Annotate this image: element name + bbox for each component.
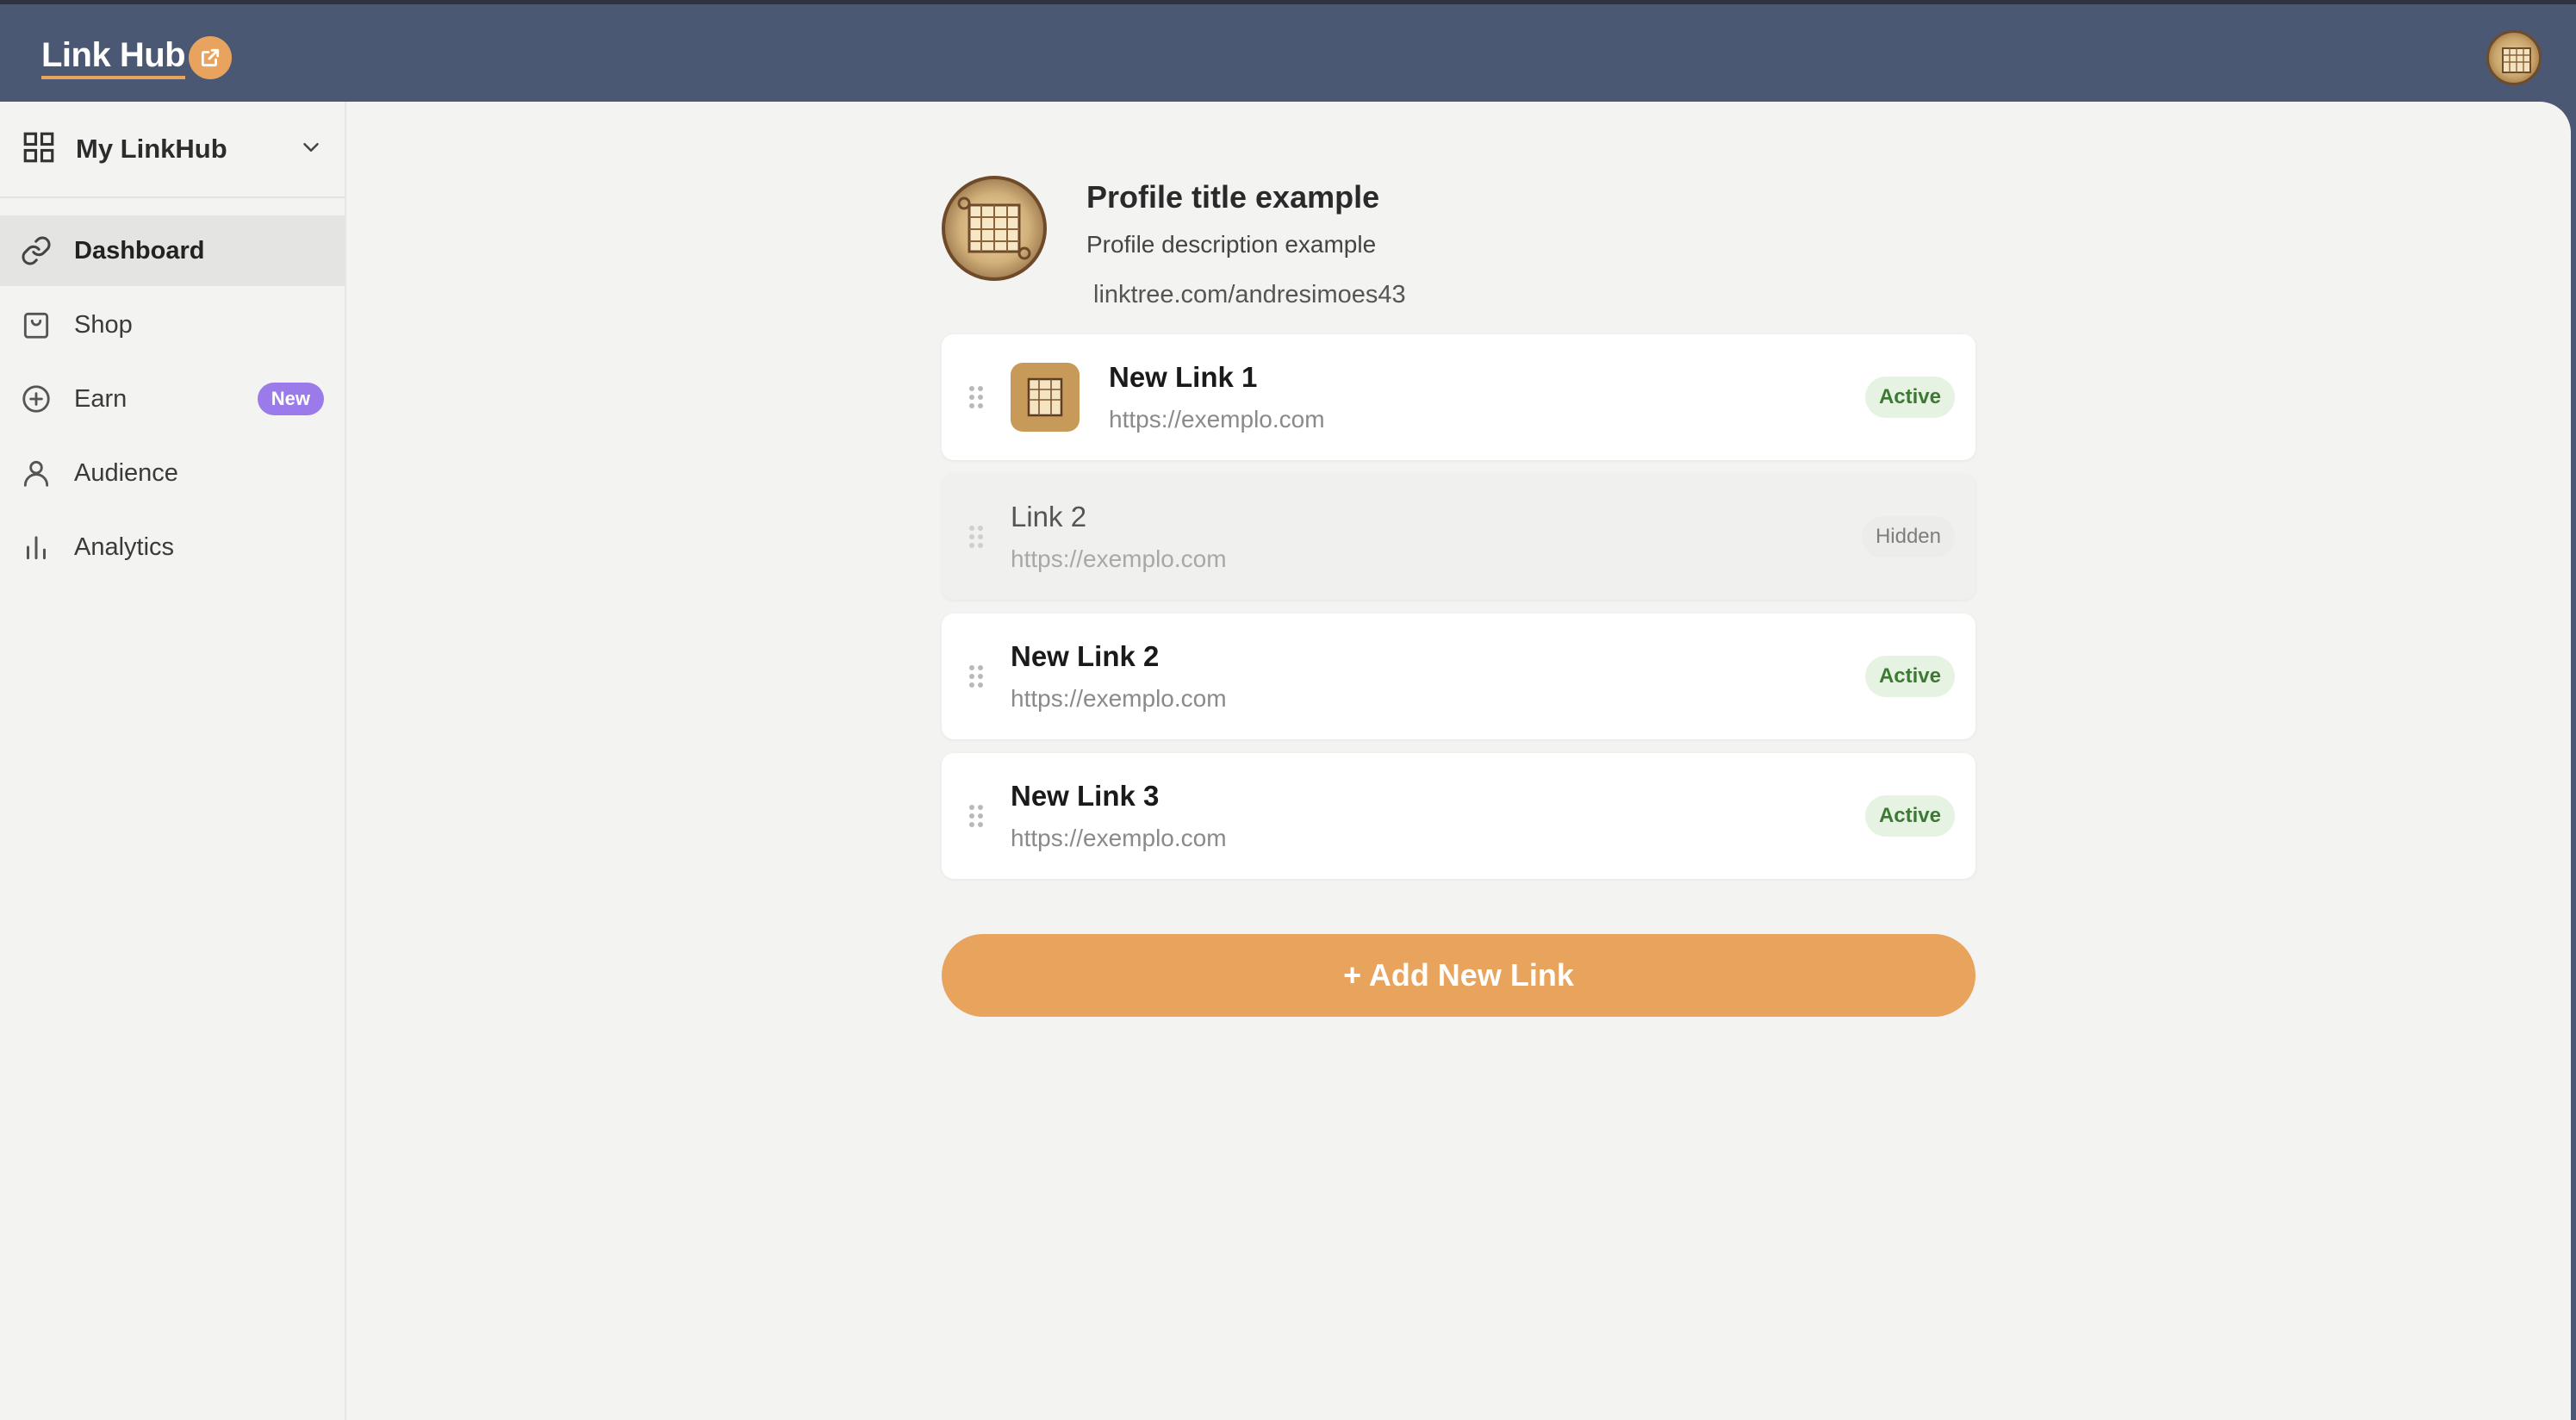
- plus-circle-icon: [19, 382, 53, 416]
- app-frame: My LinkHub Dashboard Shop Earn New Audie…: [0, 102, 2571, 1420]
- sidebar-item-label: Analytics: [74, 532, 175, 561]
- person-icon: [19, 456, 53, 490]
- status-badge[interactable]: Active: [1864, 795, 1955, 837]
- profile-header: Profile title example Profile descriptio…: [942, 176, 1976, 314]
- top-bar: Link Hub: [0, 0, 2576, 102]
- sidebar-item-audience[interactable]: Audience: [0, 438, 345, 508]
- link-url[interactable]: https://exemplo.com: [1011, 545, 1862, 573]
- status-badge[interactable]: Active: [1864, 656, 1955, 697]
- drag-handle-icon[interactable]: [942, 663, 1011, 690]
- sidebar: My LinkHub Dashboard Shop Earn New Audie…: [0, 102, 346, 1420]
- new-badge: New: [257, 383, 324, 415]
- link-url[interactable]: https://exemplo.com: [1109, 406, 1865, 433]
- sidebar-item-dashboard[interactable]: Dashboard: [0, 215, 345, 286]
- shopping-bag-icon: [19, 308, 53, 342]
- sidebar-nav: Dashboard Shop Earn New Audience Analyti…: [0, 215, 345, 582]
- link-text: New Link 1 https://exemplo.com: [1109, 361, 1865, 433]
- link-url[interactable]: https://exemplo.com: [1011, 685, 1865, 713]
- brand-name[interactable]: Link Hub: [41, 36, 186, 79]
- sidebar-item-analytics[interactable]: Analytics: [0, 512, 345, 582]
- profile-url[interactable]: linktree.com/andresimoes43: [1093, 281, 1406, 309]
- link-text: Link 2 https://exemplo.com: [1011, 501, 1862, 573]
- drag-handle-icon[interactable]: [942, 523, 1011, 551]
- link-url[interactable]: https://exemplo.com: [1011, 825, 1865, 852]
- status-badge[interactable]: Active: [1864, 377, 1955, 418]
- sidebar-item-label: Dashboard: [74, 236, 205, 265]
- sidebar-item-shop[interactable]: Shop: [0, 290, 345, 360]
- link-text: New Link 3 https://exemplo.com: [1011, 780, 1865, 852]
- link-title[interactable]: Link 2: [1011, 501, 1862, 533]
- link-card[interactable]: New Link 3 https://exemplo.com Active: [942, 753, 1976, 879]
- link-card[interactable]: Link 2 https://exemplo.com Hidden: [942, 474, 1976, 600]
- sidebar-item-label: Earn: [74, 384, 128, 413]
- workspace-label: My LinkHub: [76, 134, 227, 164]
- chevron-down-icon[interactable]: [298, 134, 324, 165]
- sidebar-item-label: Shop: [74, 310, 133, 339]
- link-title[interactable]: New Link 1: [1109, 361, 1865, 394]
- grid-icon: [21, 129, 57, 170]
- external-link-icon[interactable]: [189, 36, 233, 79]
- link-card[interactable]: New Link 2 https://exemplo.com Active: [942, 613, 1976, 739]
- link-card[interactable]: New Link 1 https://exemplo.com Active: [942, 334, 1976, 460]
- brand-logo-link[interactable]: Link Hub: [41, 34, 233, 82]
- profile-title[interactable]: Profile title example: [1086, 179, 1379, 215]
- add-new-link-button[interactable]: + Add New Link: [942, 934, 1976, 1017]
- sidebar-item-earn[interactable]: Earn New: [0, 364, 345, 434]
- profile-description[interactable]: Profile description example: [1086, 231, 1376, 258]
- workspace-switcher[interactable]: My LinkHub: [0, 102, 345, 198]
- drag-handle-icon[interactable]: [942, 383, 1011, 411]
- link-text: New Link 2 https://exemplo.com: [1011, 640, 1865, 713]
- drag-handle-icon[interactable]: [942, 802, 1011, 830]
- status-badge[interactable]: Hidden: [1861, 516, 1955, 557]
- link-thumbnail[interactable]: [1011, 363, 1080, 432]
- bar-chart-icon: [19, 530, 53, 564]
- link-title[interactable]: New Link 3: [1011, 780, 1865, 813]
- link-title[interactable]: New Link 2: [1011, 640, 1865, 673]
- link-list: New Link 1 https://exemplo.com Active Li…: [942, 334, 1976, 893]
- link-icon: [19, 234, 53, 268]
- profile-avatar[interactable]: [942, 176, 1047, 281]
- user-avatar[interactable]: [2486, 30, 2542, 85]
- sidebar-item-label: Audience: [74, 458, 178, 487]
